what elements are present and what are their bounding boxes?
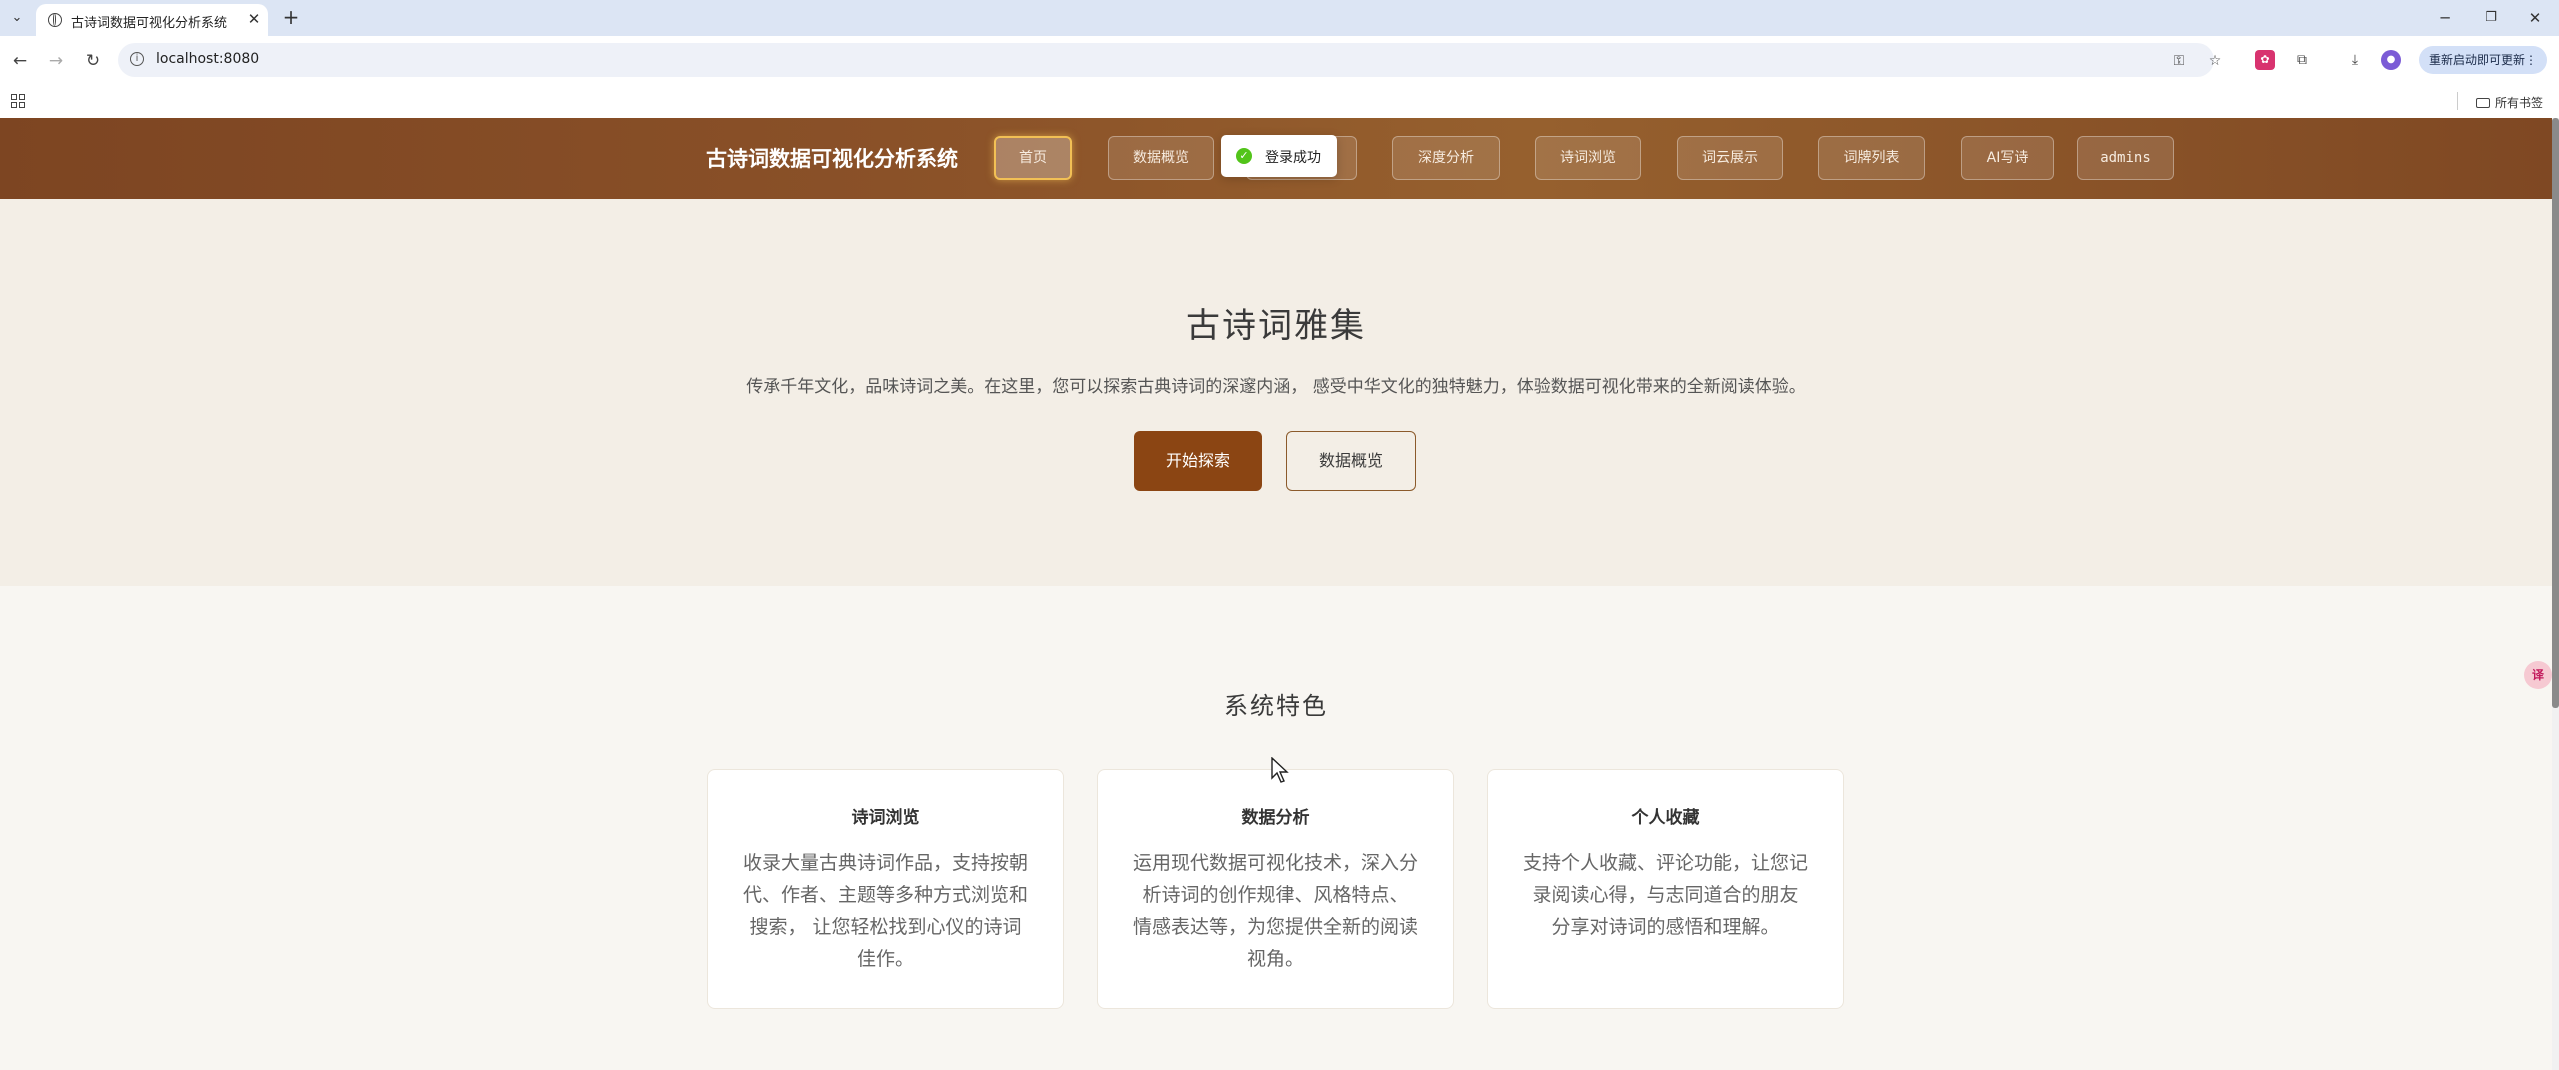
extensions-puzzle-icon[interactable]: ⧉ (2292, 50, 2312, 70)
site-brand[interactable]: 古诗词数据可视化分析系统 (706, 143, 958, 173)
hero-title: 古诗词雅集 (1186, 306, 1366, 346)
star-icon[interactable]: ☆ (2206, 52, 2224, 70)
start-explore-button[interactable]: 开始探索 (1134, 431, 1262, 491)
mouse-cursor-icon (1271, 757, 1289, 783)
folder-icon (2476, 98, 2490, 108)
profile-avatar-icon[interactable]: ● (2381, 50, 2401, 70)
all-bookmarks-label: 所有书签 (2495, 96, 2544, 110)
restore-icon[interactable]: ❐ (2479, 7, 2503, 29)
nav-home[interactable]: 首页 (994, 136, 1072, 180)
download-icon[interactable]: ⤓ (2345, 50, 2365, 70)
login-success-toast: ✓ 登录成功 (1221, 135, 1337, 177)
browser-tab-bar: ⌄ 古诗词数据可视化分析系统 ✕ + ─ ❐ ✕ (0, 0, 2559, 36)
key-icon[interactable]: ⚿ (2170, 52, 2188, 70)
globe-icon (48, 13, 62, 27)
scrollbar-thumb[interactable] (2552, 118, 2559, 708)
feature-card-title: 个人收藏 (1631, 808, 1700, 828)
nav-ai-poetry[interactable]: AI写诗 (1961, 136, 2054, 180)
nav-cipai-list[interactable]: 词牌列表 (1818, 136, 1925, 180)
address-bar[interactable]: i localhost:8080 ⚿ ☆ (118, 43, 2221, 77)
new-tab-icon[interactable]: + (280, 6, 302, 28)
features-title: 系统特色 (1224, 692, 1328, 720)
update-button[interactable]: 重新启动即可更新 ⋮ (2419, 46, 2547, 74)
bookmarks-bar: 所有书签 (0, 84, 2559, 119)
feature-card-browse[interactable]: 诗词浏览 收录大量古典诗词作品，支持按朝代、作者、主题等多种方式浏览和搜索， 让… (707, 769, 1064, 1009)
tab-close-icon[interactable]: ✕ (245, 10, 263, 28)
tab-search-icon[interactable]: ⌄ (8, 9, 26, 27)
extension-icon[interactable]: ✿ (2255, 50, 2275, 70)
features-section: 系统特色 诗词浏览 收录大量古典诗词作品，支持按朝代、作者、主题等多种方式浏览和… (0, 586, 2552, 1070)
minimize-icon[interactable]: ─ (2433, 7, 2457, 29)
feature-card-description: 收录大量古典诗词作品，支持按朝代、作者、主题等多种方式浏览和搜索， 让您轻松找到… (742, 852, 1028, 970)
reload-icon[interactable]: ↻ (82, 50, 104, 72)
nav-word-cloud[interactable]: 词云展示 (1677, 136, 1783, 180)
hero-section: 古诗词雅集 传承千年文化，品味诗词之美。在这里，您可以探索古典诗词的深邃内涵， … (0, 199, 2552, 586)
feature-card-analysis[interactable]: 数据分析 运用现代数据可视化技术，深入分析诗词的创作规律、风格特点、 情感表达等… (1097, 769, 1454, 1009)
translate-float-button[interactable]: 译 (2524, 661, 2552, 689)
forward-icon[interactable]: → (45, 50, 67, 72)
nav-deep-analysis[interactable]: 深度分析 (1392, 136, 1500, 180)
nav-user-admins[interactable]: admins (2077, 136, 2174, 180)
feature-card-favorites[interactable]: 个人收藏 支持个人收藏、评论功能，让您记录阅读心得，与志同道合的朋友 分享对诗词… (1487, 769, 1844, 1009)
tab-title: 古诗词数据可视化分析系统 (71, 16, 228, 31)
back-icon[interactable]: ← (9, 50, 31, 72)
update-label: 重新启动即可更新 (2429, 53, 2526, 67)
data-overview-button[interactable]: 数据概览 (1286, 431, 1416, 491)
browser-tab[interactable]: 古诗词数据可视化分析系统 ✕ (36, 4, 268, 36)
feature-card-description: 运用现代数据可视化技术，深入分析诗词的创作规律、风格特点、 情感表达等，为您提供… (1132, 852, 1418, 970)
page-scrollbar[interactable] (2552, 118, 2559, 1070)
feature-card-title: 诗词浏览 (851, 808, 920, 828)
more-menu-icon[interactable]: ⋮ (2525, 46, 2537, 74)
all-bookmarks-folder[interactable]: 所有书签 (2476, 94, 2543, 111)
site-info-icon[interactable]: i (130, 52, 144, 66)
feature-card-title: 数据分析 (1241, 808, 1310, 828)
url-text: localhost:8080 (156, 51, 260, 67)
bookmarks-divider (2457, 92, 2458, 110)
window-close-icon[interactable]: ✕ (2523, 7, 2547, 29)
check-circle-icon: ✓ (1236, 148, 1252, 164)
hero-subtitle: 传承千年文化，品味诗词之美。在这里，您可以探索古典诗词的深邃内涵， 感受中华文化… (746, 377, 1806, 397)
toast-message: 登录成功 (1265, 150, 1321, 166)
nav-data-overview[interactable]: 数据概览 (1108, 136, 1214, 180)
apps-grid-icon[interactable] (11, 94, 25, 108)
feature-card-description: 支持个人收藏、评论功能，让您记录阅读心得，与志同道合的朋友 分享对诗词的感悟和理… (1522, 852, 1808, 938)
nav-poem-browse[interactable]: 诗词浏览 (1535, 136, 1641, 180)
